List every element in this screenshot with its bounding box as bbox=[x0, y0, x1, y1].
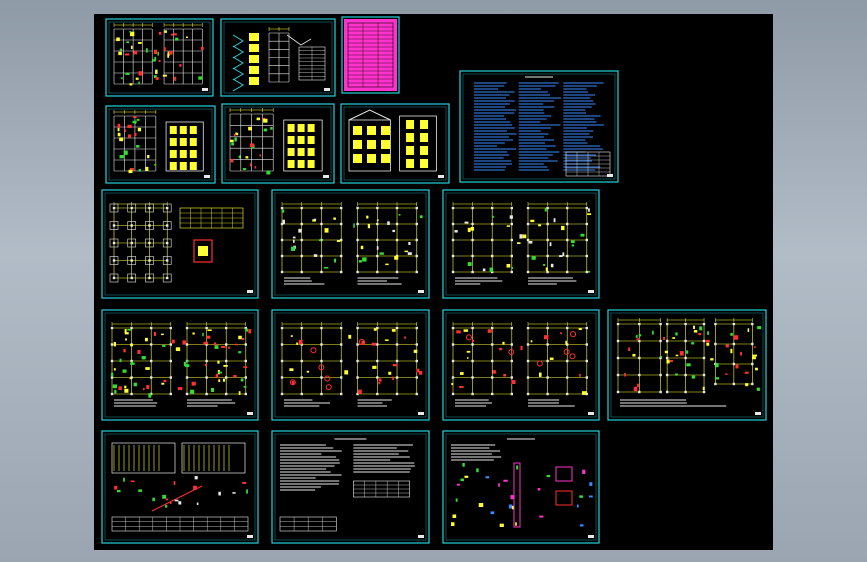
drawing-sheet-s16[interactable] bbox=[271, 430, 430, 544]
drawing-sheet-s1[interactable] bbox=[105, 18, 214, 97]
drawing-sheets-layout[interactable] bbox=[94, 14, 773, 550]
drawing-sheet-s5[interactable] bbox=[105, 105, 216, 184]
drawing-sheet-s12[interactable] bbox=[271, 309, 430, 421]
drawing-sheet-s14[interactable] bbox=[607, 309, 767, 421]
drawing-sheet-s9[interactable] bbox=[271, 189, 430, 299]
drawing-sheet-s8[interactable] bbox=[101, 189, 259, 299]
drawing-sheet-s2[interactable] bbox=[220, 18, 336, 97]
drawing-sheet-s11[interactable] bbox=[101, 309, 259, 421]
cad-model-space[interactable] bbox=[94, 14, 773, 550]
drawing-sheet-s6[interactable] bbox=[221, 103, 335, 184]
drawing-sheet-s13[interactable] bbox=[442, 309, 600, 421]
drawing-sheet-s3[interactable] bbox=[341, 16, 400, 94]
drawing-sheet-s4[interactable] bbox=[459, 70, 619, 183]
drawing-sheet-s7[interactable] bbox=[340, 103, 450, 184]
drawing-sheet-s10[interactable] bbox=[442, 189, 600, 299]
drawing-sheet-s17[interactable] bbox=[442, 430, 600, 544]
drawing-sheet-s15[interactable] bbox=[101, 430, 259, 544]
